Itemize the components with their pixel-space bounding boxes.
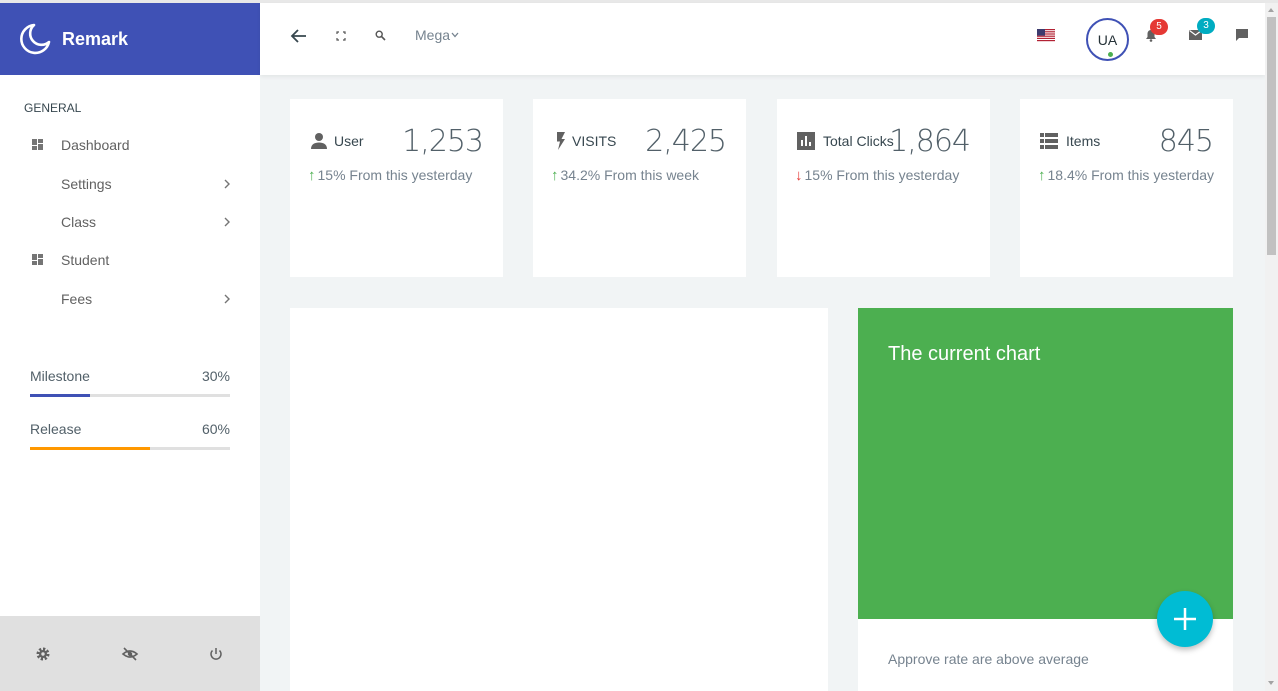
brand-bar[interactable]: Remark — [0, 3, 260, 75]
stat-change: ↓ 15% From this yesterday — [795, 167, 959, 184]
hide-icon[interactable] — [121, 645, 139, 663]
avatar[interactable]: UA — [1086, 18, 1129, 61]
release-progress: Release 60% — [30, 421, 230, 450]
back-arrow-icon[interactable] — [289, 27, 308, 45]
flash-icon — [557, 132, 565, 150]
stat-change-text: 15% From this yesterday — [804, 167, 960, 183]
stat-value: 1,864 — [889, 124, 971, 159]
stat-card-user: User 1,253 ↑ 15% From this yesterday — [290, 99, 503, 277]
sidebar-item-label: Class — [61, 214, 97, 230]
main-content-panel — [290, 308, 828, 691]
stat-change: ↑ 34.2% From this week — [551, 167, 699, 184]
mega-menu-label: Mega — [415, 27, 451, 43]
brand-name: Remark — [62, 28, 129, 49]
settings-icon[interactable] — [34, 645, 52, 663]
sidebar-item-label: Dashboard — [61, 137, 130, 153]
chart-panel-title: The current chart — [888, 343, 1041, 365]
progress-value: 60% — [201, 421, 230, 437]
sidebar-item-label: Student — [61, 252, 110, 268]
trend-up-arrow-icon: ↑ — [1038, 167, 1046, 184]
add-button[interactable] — [1157, 591, 1213, 647]
sidebar: GENERAL Dashboard Settings Class Student… — [0, 75, 260, 616]
mega-menu-toggle[interactable]: Mega — [415, 27, 459, 43]
chevron-down-icon — [451, 32, 459, 38]
stat-change-text: 15% From this yesterday — [317, 167, 473, 183]
top-navbar: Mega UA 5 3 — [260, 3, 1265, 75]
stat-value: 1,253 — [402, 124, 484, 159]
current-chart-panel: The current chart — [858, 308, 1233, 619]
sidebar-item-dashboard[interactable]: Dashboard — [0, 126, 260, 164]
stat-change: ↑ 15% From this yesterday — [308, 167, 472, 184]
sidebar-item-fees[interactable]: Fees — [0, 280, 260, 318]
sidebar-item-student[interactable]: Student — [0, 241, 260, 279]
sidebar-footer — [0, 616, 260, 691]
stat-label: User — [334, 133, 364, 149]
sidebar-item-class[interactable]: Class — [0, 203, 260, 241]
list-icon — [1040, 133, 1058, 149]
stat-label: Total Clicks — [823, 133, 894, 149]
fullscreen-icon[interactable] — [336, 31, 346, 41]
dashboard-icon — [32, 254, 43, 265]
plus-icon — [1174, 608, 1196, 630]
trend-up-arrow-icon: ↑ — [308, 167, 316, 184]
sidebar-item-settings[interactable]: Settings — [0, 165, 260, 203]
progress-fill — [30, 447, 150, 450]
notifications-badge: 5 — [1150, 19, 1168, 35]
approve-rate-text: Approve rate are above average — [888, 651, 1089, 667]
page-scrollbar[interactable] — [1265, 3, 1278, 691]
progress-label: Release — [30, 421, 82, 437]
bar-chart-icon — [797, 132, 815, 150]
sidebar-item-label: Fees — [61, 291, 93, 307]
trend-down-arrow-icon: ↓ — [795, 167, 803, 184]
milestone-progress: Milestone 30% — [30, 368, 230, 397]
scroll-thumb[interactable] — [1267, 17, 1276, 255]
user-icon — [311, 133, 327, 149]
scroll-down-arrow[interactable] — [1268, 681, 1274, 685]
progress-track — [30, 394, 230, 397]
messages-badge: 3 — [1197, 18, 1215, 34]
search-icon[interactable] — [375, 30, 386, 41]
chevron-right-icon — [224, 217, 230, 227]
progress-fill — [30, 394, 90, 397]
stat-label: Items — [1066, 133, 1101, 149]
stat-change-text: 18.4% From this yesterday — [1047, 167, 1215, 183]
scroll-up-arrow[interactable] — [1268, 8, 1274, 12]
avatar-initials: UA — [1097, 31, 1118, 48]
us-flag-icon[interactable] — [1037, 29, 1055, 42]
stat-card-visits: VISITS 2,425 ↑ 34.2% From this week — [533, 99, 746, 277]
chevron-right-icon — [224, 179, 230, 189]
sidebar-item-label: Settings — [61, 176, 112, 192]
stat-label: VISITS — [572, 133, 617, 149]
progress-label: Milestone — [30, 368, 90, 384]
stat-change-text: 34.2% From this week — [560, 167, 700, 183]
progress-value: 30% — [201, 368, 230, 384]
stat-card-total-clicks: Total Clicks 1,864 ↓ 15% From this yester… — [777, 99, 990, 277]
stat-value: 2,425 — [645, 124, 727, 159]
stat-card-items: Items 845 ↑ 18.4% From this yesterday — [1020, 99, 1233, 277]
power-icon[interactable] — [207, 645, 225, 663]
stat-value: 845 — [1158, 124, 1214, 159]
progress-track — [30, 447, 230, 450]
brand-logo-icon — [20, 23, 51, 55]
chevron-right-icon — [224, 294, 230, 304]
sidebar-section-title: GENERAL — [24, 101, 82, 115]
trend-up-arrow-icon: ↑ — [551, 167, 559, 184]
dashboard-icon — [32, 139, 43, 150]
online-status-dot — [1107, 51, 1114, 58]
stat-change: ↑ 18.4% From this yesterday — [1038, 167, 1214, 184]
chat-icon[interactable] — [1236, 29, 1248, 41]
